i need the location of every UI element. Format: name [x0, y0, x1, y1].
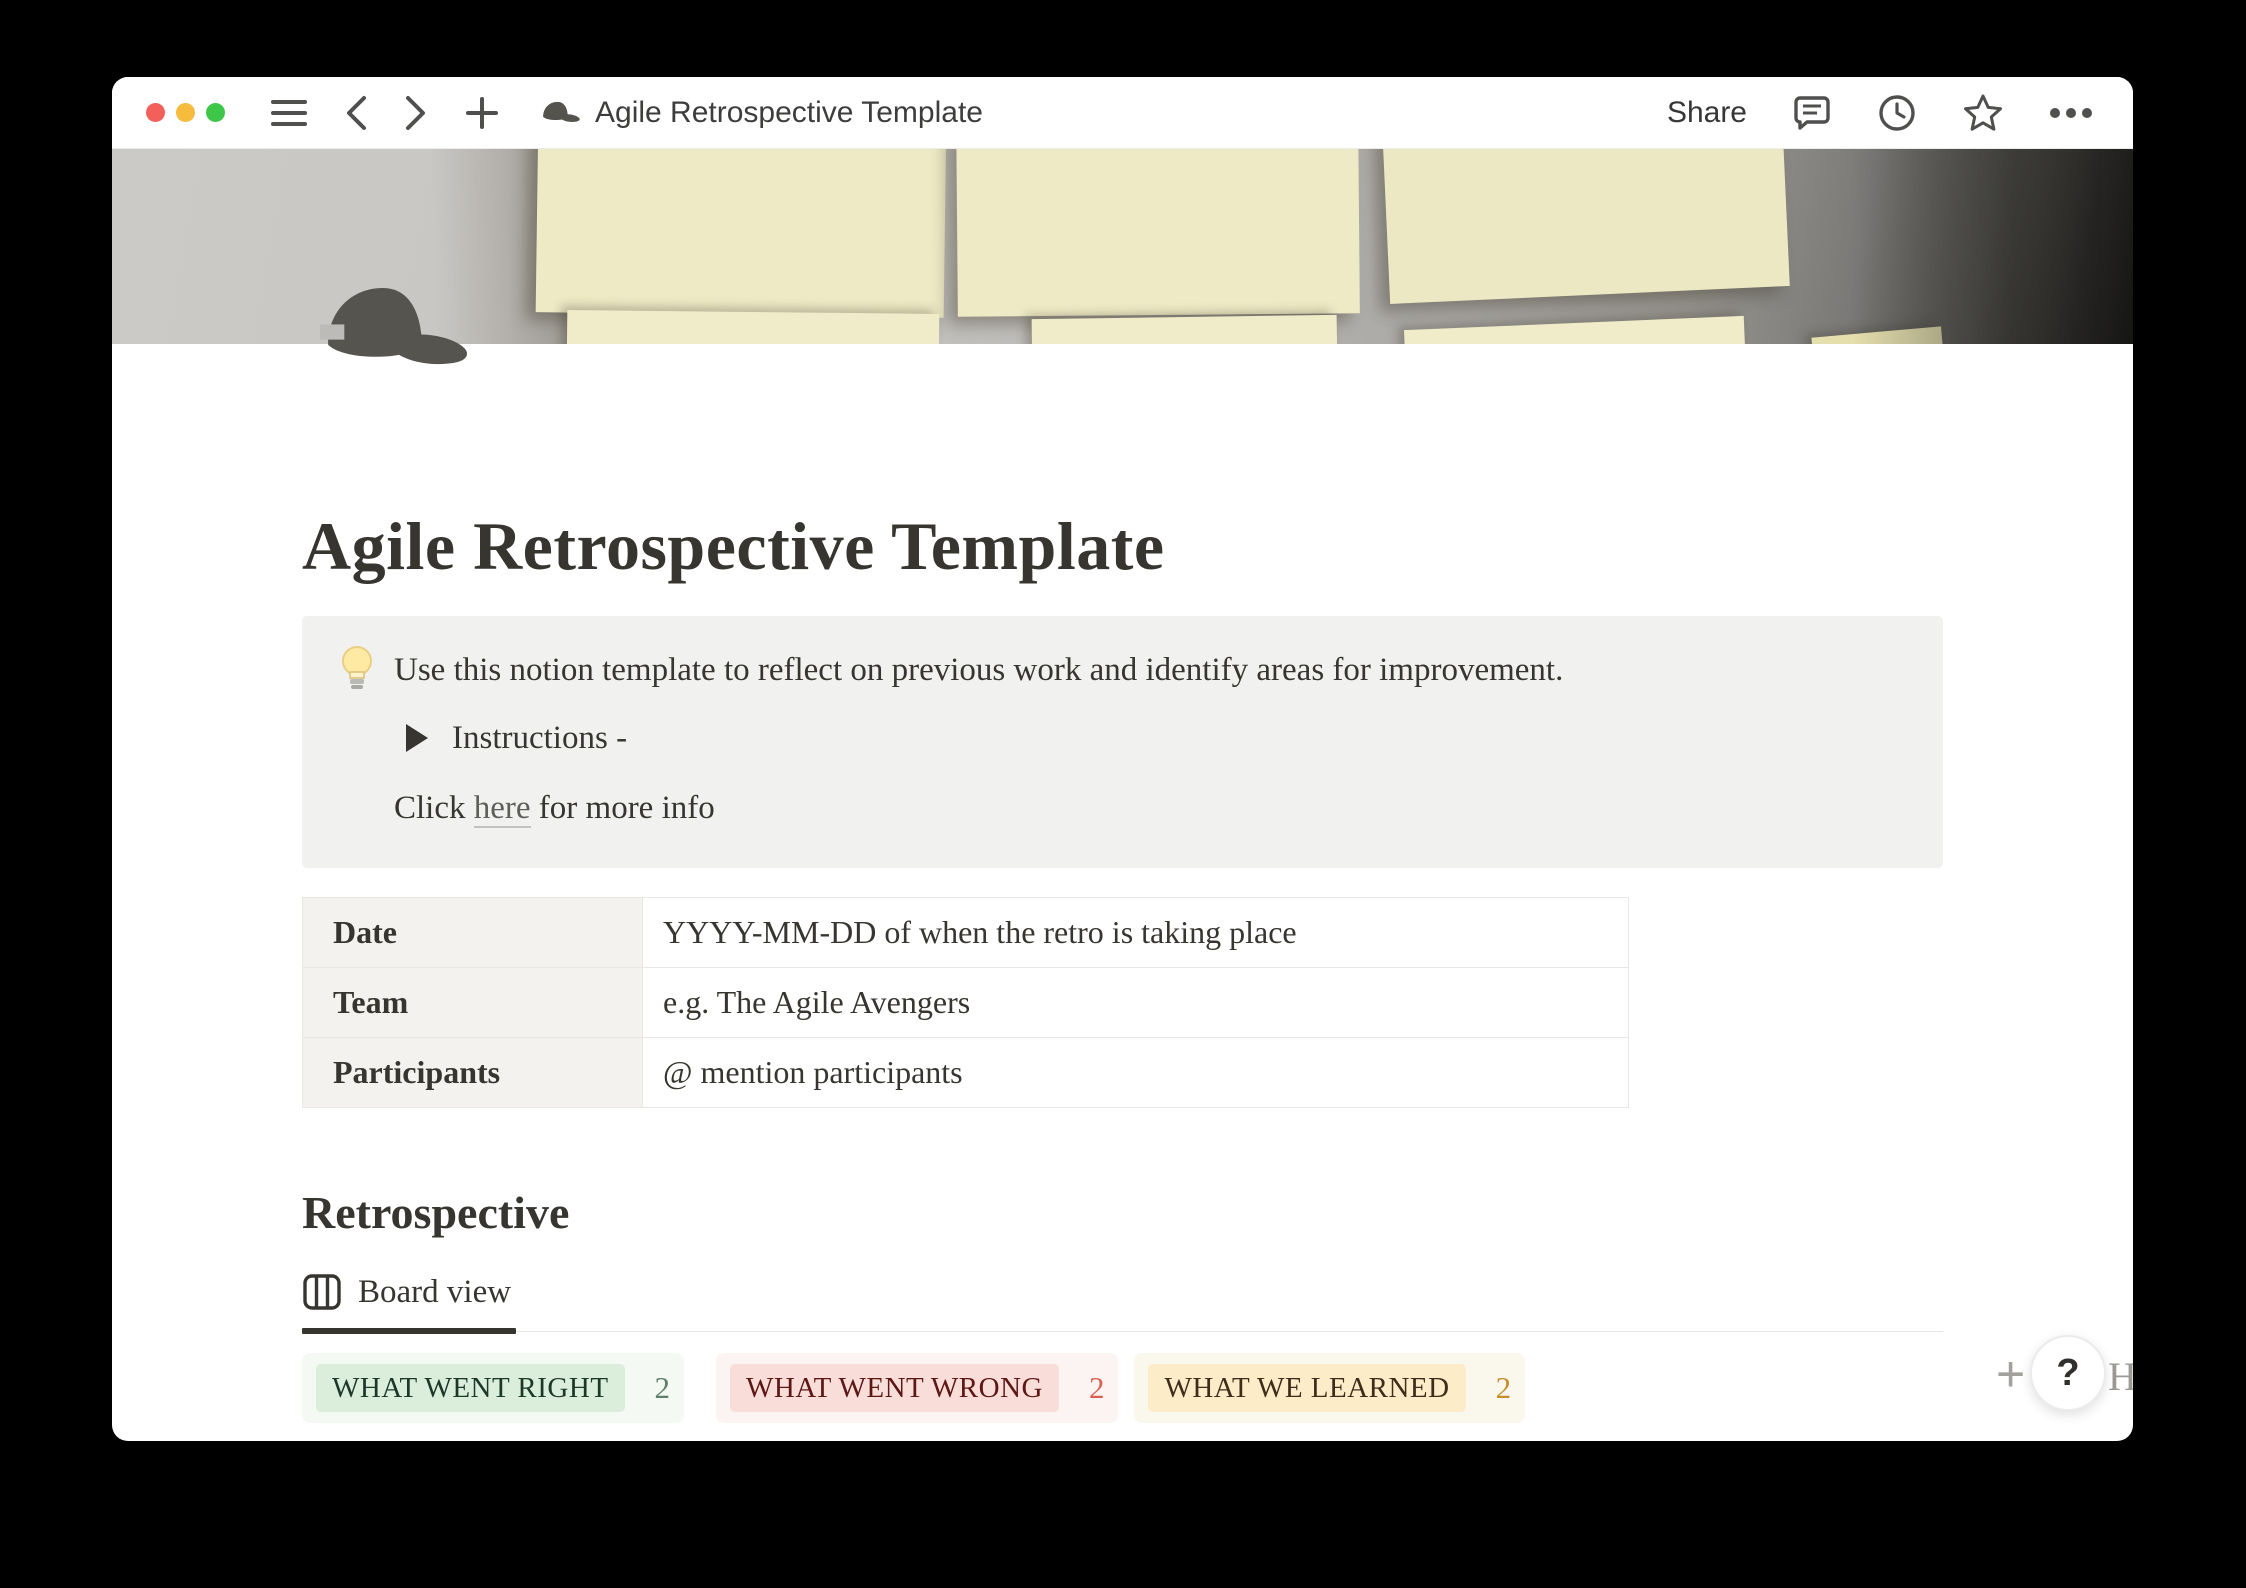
sticky-note [1382, 149, 1790, 304]
close-button[interactable] [146, 103, 165, 122]
view-tabs: Board view [302, 1270, 1943, 1332]
instructions-toggle[interactable]: Instructions - [406, 714, 1913, 762]
group-count: 2 [1089, 1370, 1105, 1406]
group-count: 2 [1496, 1370, 1512, 1406]
table-row: Date YYYY-MM-DD of when the retro is tak… [303, 898, 1628, 968]
toggle-triangle-icon[interactable] [406, 724, 428, 752]
tab-divider [302, 1331, 1943, 1332]
sticky-note [1032, 315, 1338, 344]
board-group-what-went-wrong[interactable]: WHAT WENT WRONG 2 [716, 1353, 1118, 1423]
traffic-lights [146, 103, 225, 122]
cap-page-icon [541, 99, 581, 127]
group-count: 2 [655, 1370, 671, 1406]
more-ellipsis-icon[interactable] [2049, 107, 2093, 119]
window-title: Agile Retrospective Template [595, 96, 983, 130]
sticky-note [956, 149, 1360, 317]
link-line: Click here for more info [394, 784, 1913, 832]
property-label: Team [303, 968, 643, 1037]
sticky-note [567, 310, 940, 344]
lightbulb-icon [338, 644, 376, 696]
add-group-button[interactable]: + [1996, 1345, 2025, 1403]
breadcrumb[interactable]: Agile Retrospective Template [541, 96, 983, 130]
favorite-star-icon[interactable] [1963, 93, 2003, 133]
group-pill[interactable]: WHAT WE LEARNED [1148, 1364, 1465, 1412]
help-button[interactable]: ? [2030, 1335, 2106, 1411]
page-title[interactable]: Agile Retrospective Template [302, 505, 1943, 587]
board-view-icon [302, 1272, 342, 1312]
sticky-note [1404, 316, 1746, 344]
cover-pipe-shadow [1852, 149, 2102, 344]
group-pill[interactable]: WHAT WENT WRONG [730, 1364, 1059, 1412]
group-pill[interactable]: WHAT WENT RIGHT [316, 1364, 625, 1412]
section-heading: Retrospective [302, 1184, 1943, 1242]
page-content: Agile Retrospective Template Use this no… [302, 344, 1943, 1423]
title-bar: Agile Retrospective Template Share [112, 77, 2133, 149]
table-row: Participants @ mention participants [303, 1038, 1628, 1108]
page-icon-cap[interactable] [320, 281, 472, 379]
minimize-button[interactable] [176, 103, 195, 122]
zoom-button[interactable] [206, 103, 225, 122]
board-group-what-we-learned[interactable]: WHAT WE LEARNED 2 [1134, 1353, 1525, 1423]
property-value[interactable]: @ mention participants [643, 1038, 1628, 1107]
comments-icon[interactable] [1793, 94, 1831, 132]
property-label: Date [303, 898, 643, 967]
sticky-note [536, 149, 947, 318]
board-groups: WHAT WENT RIGHT 2 WHAT WENT WRONG 2 WHAT… [302, 1353, 1943, 1423]
table-row: Team e.g. The Agile Avengers [303, 968, 1628, 1038]
notion-window: Agile Retrospective Template Share [112, 77, 2133, 1441]
here-link[interactable]: here [474, 790, 531, 828]
tab-label: Board view [358, 1274, 511, 1311]
toggle-label: Instructions - [452, 714, 627, 762]
tab-board-view[interactable]: Board view [302, 1270, 511, 1314]
back-icon[interactable] [345, 95, 367, 131]
active-tab-underline [302, 1328, 516, 1334]
property-value[interactable]: YYYY-MM-DD of when the retro is taking p… [643, 898, 1628, 967]
property-value[interactable]: e.g. The Agile Avengers [643, 968, 1628, 1037]
menu-icon[interactable] [271, 98, 307, 128]
link-line-pre: Click [394, 790, 474, 826]
properties-table: Date YYYY-MM-DD of when the retro is tak… [302, 897, 1629, 1108]
new-tab-plus-icon[interactable] [465, 96, 499, 130]
updates-clock-icon[interactable] [1877, 93, 1917, 133]
property-label: Participants [303, 1038, 643, 1107]
callout-text: Use this notion template to reflect on p… [394, 646, 1563, 694]
callout-block: Use this notion template to reflect on p… [302, 616, 1943, 868]
share-button[interactable]: Share [1667, 96, 1747, 130]
link-line-post: for more info [531, 790, 715, 826]
clipped-text-h: H [2108, 1353, 2133, 1400]
board-group-what-went-right[interactable]: WHAT WENT RIGHT 2 [302, 1353, 684, 1423]
forward-icon[interactable] [405, 95, 427, 131]
